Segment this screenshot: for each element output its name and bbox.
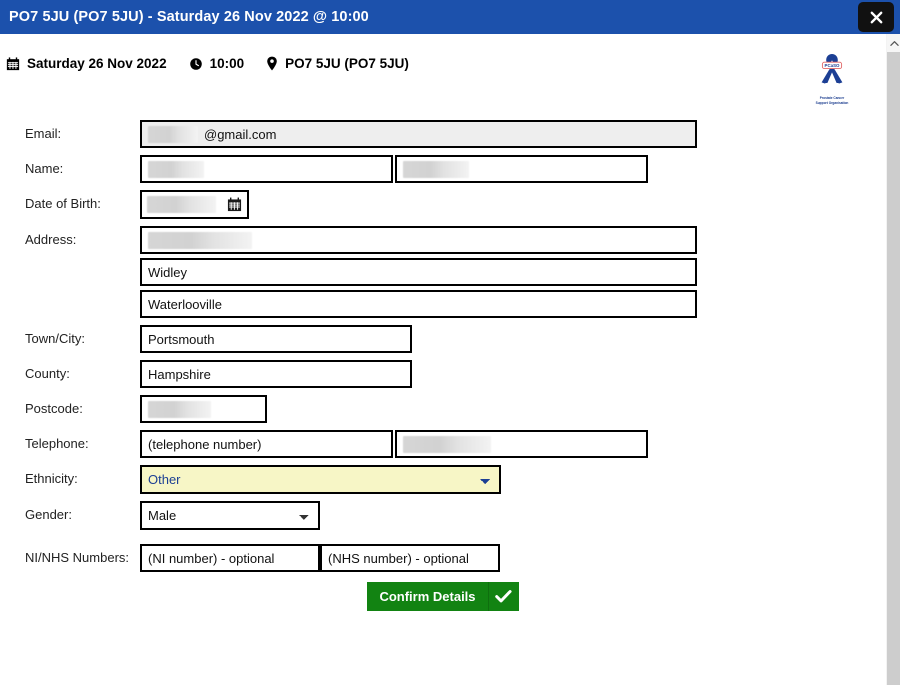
form-row-address: Address: [0, 226, 886, 254]
scroll-up-button[interactable] [887, 34, 900, 52]
form-row-email: Email: @gmail.com [0, 120, 886, 148]
first-name-field[interactable] [140, 155, 393, 183]
postcode-field[interactable] [140, 395, 267, 423]
form-row-address-line3: Waterlooville [0, 290, 886, 318]
event-date-text: Saturday 26 Nov 2022 [27, 56, 167, 71]
form-row-county: County: Hampshire [0, 360, 886, 388]
telephone-primary-placeholder: (telephone number) [148, 436, 262, 452]
county-value: Hampshire [148, 366, 211, 382]
calendar-icon [6, 56, 20, 71]
county-field[interactable]: Hampshire [140, 360, 412, 388]
label-postcode: Postcode: [25, 401, 83, 416]
address-line1-field[interactable] [140, 226, 697, 254]
event-time: 10:00 [189, 56, 245, 71]
event-time-text: 10:00 [209, 56, 245, 71]
confirm-details-button[interactable]: Confirm Details [367, 582, 519, 611]
email-field[interactable]: @gmail.com [140, 120, 697, 148]
calendar-picker-icon[interactable] [227, 197, 242, 212]
label-address: Address: [25, 232, 77, 247]
registration-form: Email: @gmail.com Name: Date of Birth: A… [0, 120, 886, 579]
form-row-town: Town/City: Portsmouth [0, 325, 886, 353]
form-row-dob: Date of Birth: [0, 190, 886, 219]
email-domain-text: @gmail.com [204, 126, 277, 142]
town-value: Portsmouth [148, 331, 215, 347]
label-gender: Gender: [25, 507, 72, 522]
address-line2-field[interactable]: Widley [140, 258, 697, 286]
form-row-address-line2: Widley [0, 258, 886, 286]
nhs-number-field[interactable]: (NHS number) - optional [320, 544, 500, 572]
label-town: Town/City: [25, 331, 85, 346]
label-email: Email: [25, 126, 62, 141]
email-redacted-local-part [148, 125, 198, 143]
close-icon [870, 11, 882, 23]
first-name-redacted-value [148, 160, 204, 178]
telephone-primary-field[interactable]: (telephone number) [140, 430, 393, 458]
dob-redacted-value [147, 196, 216, 213]
map-pin-icon [266, 56, 278, 71]
event-location-text: PO7 5JU (PO7 5JU) [285, 56, 409, 71]
dialog-titlebar: PO7 5JU (PO7 5JU) - Saturday 26 Nov 2022… [0, 0, 900, 34]
address-line1-redacted-value [148, 231, 252, 249]
event-summary: Saturday 26 Nov 2022 10:00 PO7 5JU (PO7 … [6, 56, 431, 71]
label-ethnicity: Ethnicity: [25, 471, 78, 486]
logo-caption-line1: Prostate Cancer [819, 96, 845, 100]
pcaso-ribbon-icon: PCaSO [821, 54, 843, 84]
address-line3-value: Waterlooville [148, 296, 222, 312]
booking-details-dialog: PO7 5JU (PO7 5JU) - Saturday 26 Nov 2022… [0, 0, 900, 685]
form-row-gender: Gender: Male [0, 501, 886, 530]
event-location: PO7 5JU (PO7 5JU) [266, 56, 409, 71]
close-button[interactable] [858, 2, 894, 32]
town-field[interactable]: Portsmouth [140, 325, 412, 353]
check-icon [489, 582, 519, 611]
ni-number-placeholder: (NI number) - optional [148, 550, 275, 566]
chevron-up-icon [889, 40, 899, 46]
form-row-telephone: Telephone: (telephone number) [0, 430, 886, 458]
submit-area: Confirm Details [0, 582, 886, 611]
form-row-name: Name: [0, 155, 886, 183]
nhs-number-placeholder: (NHS number) - optional [328, 550, 469, 566]
dob-field[interactable] [140, 190, 249, 219]
last-name-redacted-value [403, 160, 469, 178]
ni-number-field[interactable]: (NI number) - optional [140, 544, 320, 572]
logo-caption-line2: Support Organisation [815, 101, 849, 105]
label-name: Name: [25, 161, 64, 176]
vertical-scrollbar[interactable] [886, 34, 900, 685]
telephone-secondary-redacted-value [403, 435, 491, 453]
gender-select[interactable]: Male [140, 501, 320, 530]
form-row-ninhs: NI/NHS Numbers: (NI number) - optional (… [0, 544, 886, 572]
clock-icon [189, 57, 203, 71]
dialog-title: PO7 5JU (PO7 5JU) - Saturday 26 Nov 2022… [9, 9, 369, 25]
pcaso-badge-text: PCaSO [825, 63, 840, 68]
form-row-postcode: Postcode: [0, 395, 886, 423]
label-county: County: [25, 366, 70, 381]
last-name-field[interactable] [395, 155, 648, 183]
form-row-ethnicity: Ethnicity: Other [0, 465, 886, 494]
label-dob: Date of Birth: [25, 196, 101, 211]
event-date: Saturday 26 Nov 2022 [6, 56, 167, 71]
ethnicity-select[interactable]: Other [140, 465, 501, 494]
label-ninhs: NI/NHS Numbers: [25, 550, 130, 565]
label-telephone: Telephone: [25, 436, 89, 451]
telephone-secondary-field[interactable] [395, 430, 648, 458]
dialog-content: Saturday 26 Nov 2022 10:00 PO7 5JU (PO7 … [0, 34, 886, 685]
address-line3-field[interactable]: Waterlooville [140, 290, 697, 318]
address-line2-value: Widley [148, 264, 188, 280]
organisation-logo: PCaSO Prostate Cancer Support Organisati… [808, 52, 856, 105]
confirm-details-label: Confirm Details [367, 582, 489, 611]
postcode-redacted-value [148, 400, 211, 418]
